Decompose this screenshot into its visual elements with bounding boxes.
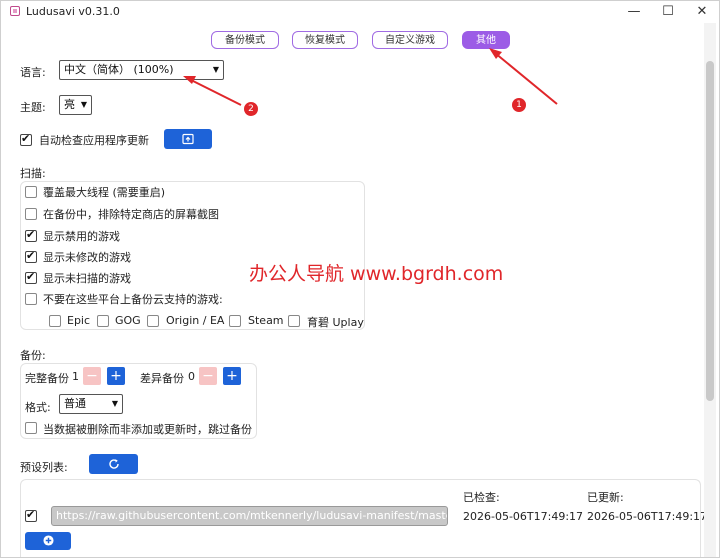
platform-steam-label: Steam: [248, 314, 284, 327]
diff-backup-decrement-button[interactable]: −: [199, 367, 217, 385]
tab-other[interactable]: 其他: [462, 31, 510, 49]
maximize-button[interactable]: ☐: [651, 2, 685, 22]
theme-value: 亮: [64, 98, 75, 111]
format-label: 格式:: [25, 401, 51, 414]
tab-backup-mode[interactable]: 备份模式: [211, 31, 279, 49]
skip-cloud-label: 不要在这些平台上备份云支持的游戏:: [43, 293, 223, 306]
add-manifest-button[interactable]: [25, 532, 71, 550]
manifest-updated-time: 2026-05-06T17:49:17: [587, 510, 708, 523]
full-backup-label: 完整备份: [25, 372, 69, 385]
close-button[interactable]: ✕: [685, 2, 719, 22]
minimize-button[interactable]: —: [617, 2, 651, 22]
platform-steam-checkbox[interactable]: [229, 315, 241, 327]
manifest-label: 预设列表:: [20, 461, 68, 474]
full-backup-increment-button[interactable]: +: [107, 367, 125, 385]
show-unscanned-checkbox[interactable]: [25, 270, 37, 284]
add-circle-icon: [42, 535, 54, 546]
language-label: 语言:: [20, 66, 46, 79]
scan-label: 扫描:: [20, 167, 46, 180]
skip-deleted-checkbox[interactable]: [25, 422, 37, 434]
theme-select[interactable]: 亮 ▼: [59, 95, 92, 115]
full-backup-value: 1: [72, 370, 79, 383]
show-disabled-checkbox[interactable]: [25, 228, 37, 242]
platform-gog-label: GOG: [115, 314, 141, 327]
diff-backup-label: 差异备份: [140, 372, 184, 385]
show-unchanged-label: 显示未修改的游戏: [43, 251, 131, 264]
app-icon: [10, 6, 20, 16]
annotation-marker-2: 2: [244, 102, 258, 116]
annotation-marker-1: 1: [512, 98, 526, 112]
auto-update-label: 自动检查应用程序更新: [39, 134, 149, 147]
chevron-down-icon: ▼: [80, 100, 87, 109]
platform-uplay-label: 育碧 Uplay: [307, 316, 364, 329]
exclude-screenshots-checkbox[interactable]: [25, 208, 37, 220]
skip-cloud-checkbox[interactable]: [25, 293, 37, 305]
manifest-url-input[interactable]: https://raw.githubusercontent.com/mtkenn…: [51, 506, 448, 526]
arrow-line-1: [494, 52, 558, 105]
tab-restore-mode[interactable]: 恢复模式: [292, 31, 358, 49]
platform-gog-checkbox[interactable]: [97, 315, 109, 327]
arrow-line-2: [190, 79, 242, 106]
override-threads-checkbox[interactable]: [25, 186, 37, 198]
update-icon: [182, 133, 194, 145]
language-value: 中文（简体） (100%): [64, 63, 174, 76]
override-threads-label: 覆盖最大线程 (需要重启): [43, 186, 166, 199]
backup-label: 备份:: [20, 349, 46, 362]
diff-backup-value: 0: [188, 370, 195, 383]
refresh-manifest-button[interactable]: [89, 454, 138, 474]
title-bar: Ludusavi v0.31.0 — ☐ ✕: [1, 1, 719, 23]
tab-custom-games[interactable]: 自定义游戏: [372, 31, 448, 49]
platform-origin-label: Origin / EA: [166, 314, 225, 327]
checked-column-header: 已检查:: [463, 491, 500, 504]
language-select[interactable]: 中文（简体） (100%) ▼: [59, 60, 224, 80]
platform-uplay-checkbox[interactable]: [288, 315, 300, 327]
watermark-text: 办公人导航 www.bgrdh.com: [249, 263, 504, 285]
show-unscanned-label: 显示未扫描的游戏: [43, 272, 131, 285]
platform-epic-checkbox[interactable]: [49, 315, 61, 327]
manifest-enabled-checkbox[interactable]: [25, 508, 37, 522]
platform-origin-checkbox[interactable]: [147, 315, 159, 327]
window-title: Ludusavi v0.31.0: [26, 5, 120, 18]
show-unchanged-checkbox[interactable]: [25, 249, 37, 263]
full-backup-decrement-button[interactable]: −: [83, 367, 101, 385]
theme-label: 主题:: [20, 101, 46, 114]
skip-deleted-label: 当数据被删除而非添加或更新时，跳过备份: [43, 423, 252, 436]
platform-epic-label: Epic: [67, 314, 91, 327]
exclude-screenshots-label: 在备份中，排除特定商店的屏幕截图: [43, 208, 219, 221]
check-update-button[interactable]: [164, 129, 212, 149]
show-disabled-label: 显示禁用的游戏: [43, 230, 120, 243]
format-select[interactable]: 普通 ▼: [59, 394, 123, 414]
manifest-checked-time: 2026-05-06T17:49:17: [463, 510, 584, 523]
auto-update-checkbox[interactable]: [20, 132, 32, 146]
diff-backup-increment-button[interactable]: +: [223, 367, 241, 385]
scrollbar-thumb[interactable]: [706, 61, 714, 401]
updated-column-header: 已更新:: [587, 491, 624, 504]
app-window: Ludusavi v0.31.0 — ☐ ✕ 备份模式 恢复模式 自定义游戏 其…: [0, 0, 720, 558]
format-value: 普通: [64, 397, 86, 410]
chevron-down-icon: ▼: [212, 65, 219, 74]
refresh-icon: [108, 459, 119, 469]
chevron-down-icon: ▼: [111, 399, 118, 408]
